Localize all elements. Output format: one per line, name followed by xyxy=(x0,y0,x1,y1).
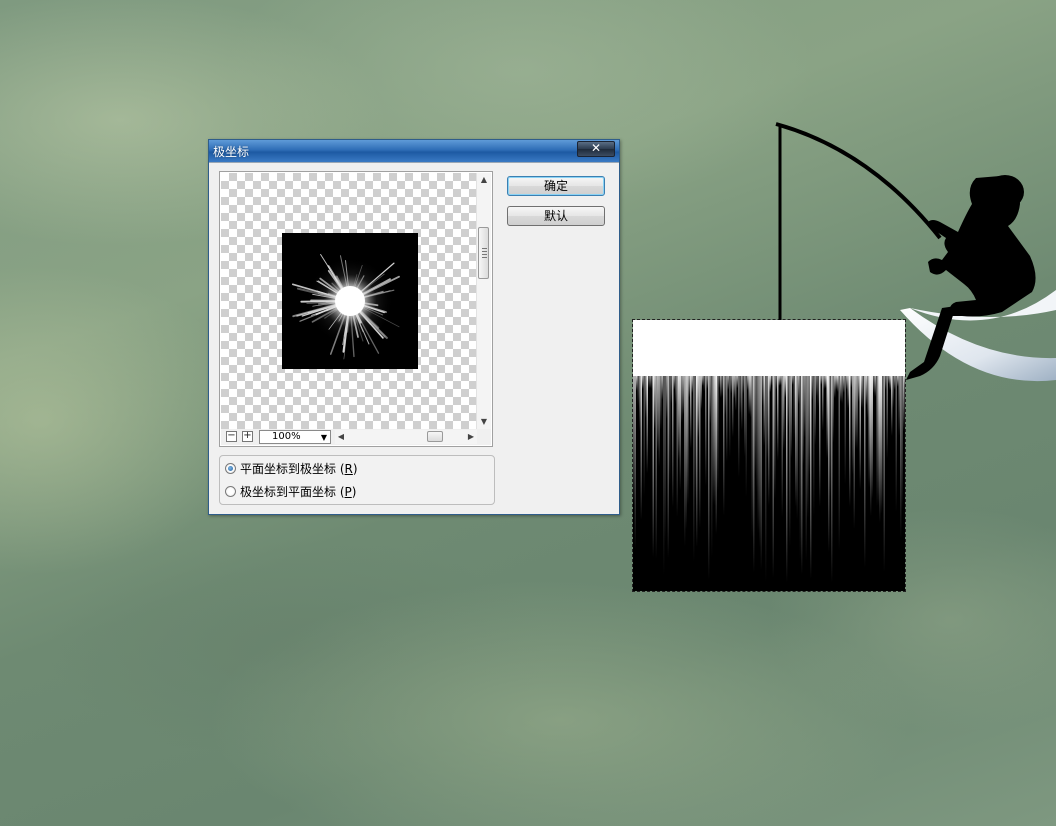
fisher-silhouette xyxy=(760,110,1056,400)
preview-image xyxy=(282,233,418,369)
ok-button[interactable]: 确定 xyxy=(507,176,605,196)
preview-toolbar: − + 100% ▼ ◀ ▶ xyxy=(221,429,491,445)
moon-fisher-illustration xyxy=(775,122,1056,382)
dialog-client: ▲ ▼ − + 100% ▼ ◀ ▶ 确定 默认 平面坐标到极坐标 (R) 极坐… xyxy=(209,162,619,514)
dialog-titlebar[interactable]: 极坐标 ✕ xyxy=(209,140,619,162)
option-rect-to-polar-label: 平面坐标到极坐标 (R) xyxy=(240,461,358,476)
default-button[interactable]: 默认 xyxy=(507,206,605,226)
conversion-options-group: 平面坐标到极坐标 (R) 极坐标到平面坐标 (P) xyxy=(219,455,495,505)
option-polar-to-rect[interactable]: 极坐标到平面坐标 (P) xyxy=(225,482,356,500)
preview-panel: ▲ ▼ − + 100% ▼ ◀ ▶ xyxy=(219,171,493,447)
preview-horizontal-scrollbar[interactable]: ◀ ▶ xyxy=(335,430,477,444)
scroll-right-icon[interactable]: ▶ xyxy=(465,430,477,444)
scroll-left-icon[interactable]: ◀ xyxy=(335,430,347,444)
radio-polar-to-rect[interactable] xyxy=(225,485,236,497)
chevron-down-icon: ▼ xyxy=(320,433,327,442)
starburst-preview xyxy=(291,253,400,360)
scroll-up-icon[interactable]: ▲ xyxy=(477,173,491,187)
zoom-in-button[interactable]: + xyxy=(242,431,253,442)
horizontal-scroll-thumb[interactable] xyxy=(427,431,443,442)
option-polar-to-rect-label: 极坐标到平面坐标 (P) xyxy=(240,484,357,499)
option-rect-to-polar[interactable]: 平面坐标到极坐标 (R) xyxy=(225,459,358,477)
dialog-title: 极坐标 xyxy=(213,145,250,159)
zoom-level-value: 100% xyxy=(272,431,301,442)
preview-canvas[interactable] xyxy=(221,173,479,429)
vertical-scroll-thumb[interactable] xyxy=(478,227,489,279)
zoom-out-button[interactable]: − xyxy=(226,431,237,442)
polar-coordinates-dialog: 极坐标 ✕ ▲ ▼ − + 100% ▼ ◀ ▶ 确定 默认 平面坐标到极坐标 … xyxy=(208,139,620,515)
preview-vertical-scrollbar[interactable]: ▲ ▼ xyxy=(476,173,491,429)
radio-rect-to-polar[interactable] xyxy=(225,462,236,474)
close-button[interactable]: ✕ xyxy=(577,141,615,157)
scroll-down-icon[interactable]: ▼ xyxy=(477,415,491,429)
zoom-level-select[interactable]: 100% ▼ xyxy=(259,430,331,444)
close-icon: ✕ xyxy=(590,141,602,155)
